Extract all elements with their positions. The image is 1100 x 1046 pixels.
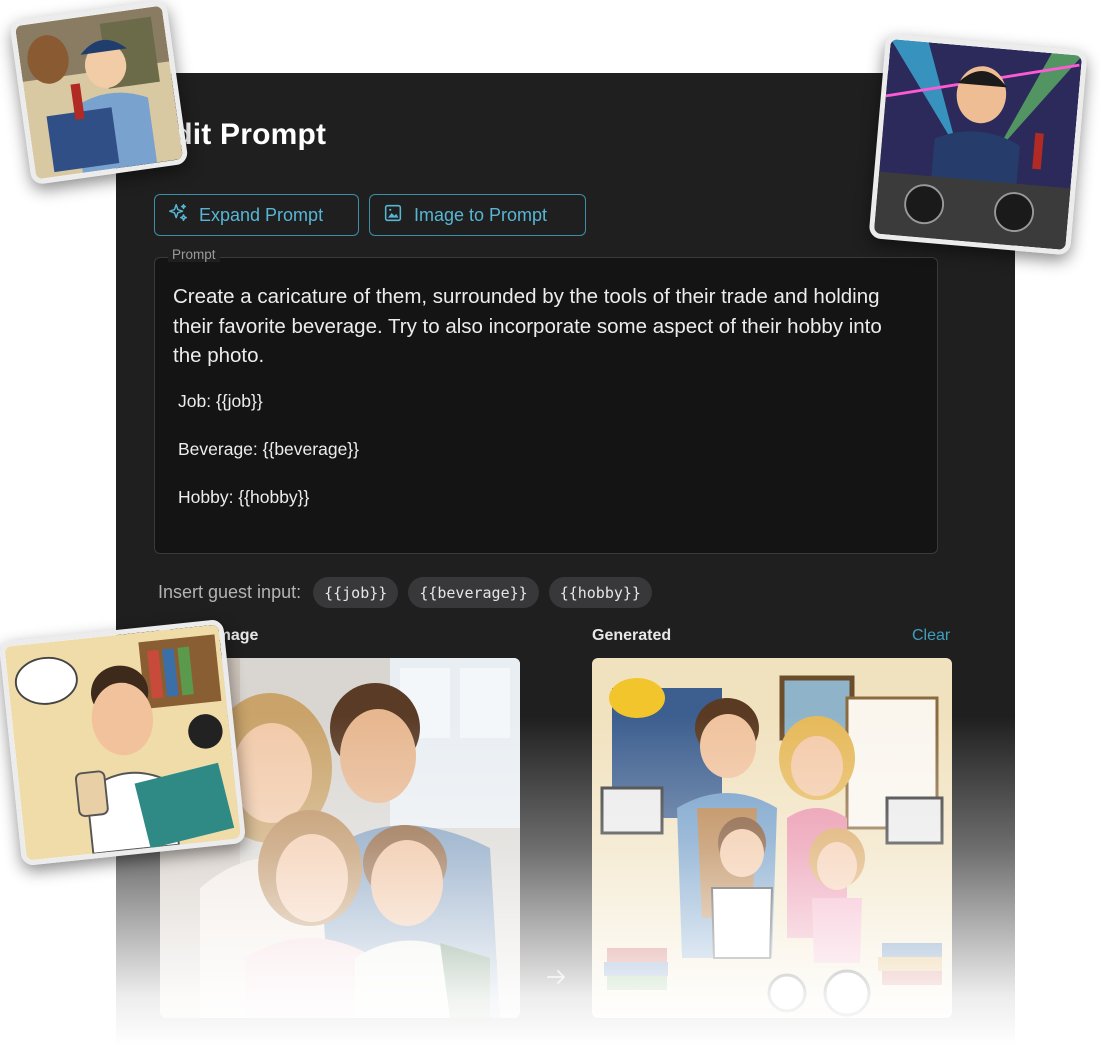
chip-hobby[interactable]: {{hobby}} bbox=[548, 577, 652, 608]
expand-prompt-button[interactable]: Expand Prompt bbox=[154, 194, 359, 236]
example-sticker-chef bbox=[0, 618, 247, 867]
insert-guest-input-label: Insert guest input: bbox=[158, 582, 302, 602]
image-to-prompt-button[interactable]: Image to Prompt bbox=[369, 194, 586, 236]
example-sticker-delivery bbox=[9, 0, 189, 186]
prompt-main-text: Create a caricature of them, surrounded … bbox=[173, 285, 882, 367]
prompt-line-job: Job: {{job}} bbox=[178, 390, 263, 411]
insert-guest-input-row: Insert guest input: {{job}} {{beverage}}… bbox=[158, 577, 652, 608]
generated-image[interactable] bbox=[592, 658, 952, 1018]
prompt-field-label: Prompt bbox=[168, 247, 220, 262]
image-to-prompt-label: Image to Prompt bbox=[414, 204, 548, 225]
clear-button[interactable]: Clear bbox=[912, 627, 950, 645]
sparkle-icon bbox=[167, 202, 189, 229]
chip-job[interactable]: {{job}} bbox=[313, 577, 399, 608]
generated-image-label: Generated bbox=[592, 627, 672, 644]
image-icon bbox=[382, 202, 404, 229]
arrow-right-icon bbox=[545, 966, 567, 988]
expand-prompt-label: Expand Prompt bbox=[199, 204, 324, 225]
prompt-textarea[interactable]: Create a caricature of them, surrounded … bbox=[154, 257, 938, 554]
prompt-line-hobby: Hobby: {{hobby}} bbox=[178, 486, 310, 507]
chip-beverage[interactable]: {{beverage}} bbox=[408, 577, 539, 608]
example-sticker-dj bbox=[868, 33, 1088, 256]
prompt-line-beverage: Beverage: {{beverage}} bbox=[178, 438, 359, 459]
